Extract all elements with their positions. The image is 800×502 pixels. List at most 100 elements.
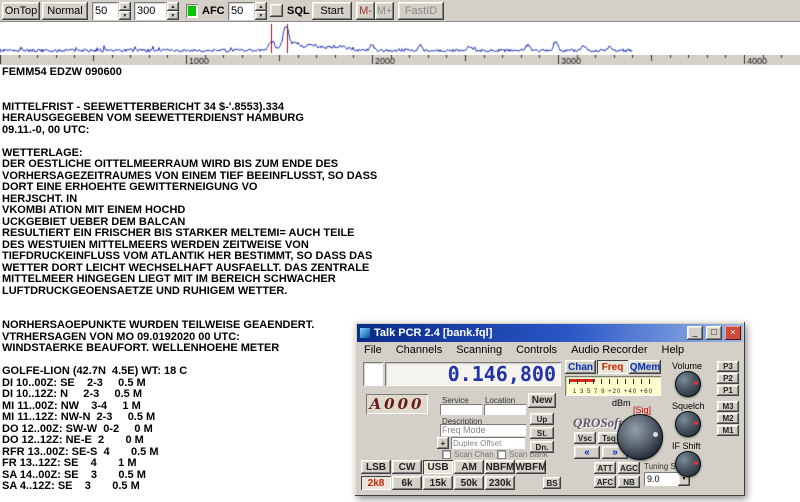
spin-up-button[interactable]: ▲ — [255, 2, 267, 11]
afc-label: AFC — [202, 5, 225, 17]
preset-m1-button[interactable]: M1 — [717, 425, 739, 436]
vsc-button[interactable]: Vsc — [574, 432, 596, 444]
mark-freq-value[interactable]: 50 — [92, 2, 118, 20]
menu-file[interactable]: File — [357, 343, 389, 357]
afc-button[interactable]: AFC — [594, 476, 616, 488]
scan-chan-checkbox[interactable]: Scan Chan — [442, 450, 494, 459]
app-icon — [359, 327, 371, 339]
menu-controls[interactable]: Controls — [509, 343, 564, 357]
afc-indicator[interactable] — [186, 4, 198, 18]
location-field[interactable] — [484, 404, 526, 415]
volume-knob[interactable] — [675, 371, 701, 397]
spin-up-button[interactable]: ▲ — [119, 2, 131, 11]
new-button[interactable]: New — [528, 393, 556, 408]
main-toolbar: OnTop Normal 50 ▲ ▼ 300 ▲ ▼ AFC 50 ▲ ▼ S… — [0, 0, 800, 22]
bw-15k-button[interactable]: 15k — [423, 476, 453, 490]
mode-am-button[interactable]: AM — [454, 460, 484, 474]
bw-230k-button[interactable]: 230k — [485, 476, 515, 490]
if-shift-label: IF Shift — [672, 441, 701, 451]
ontop-button[interactable]: OnTop — [2, 2, 40, 20]
channel-up-button[interactable]: Up — [530, 413, 554, 425]
mode-usb-button[interactable]: USB — [423, 460, 453, 474]
frequency-ghz-box — [363, 362, 383, 386]
scan-chan-label: Scan Chan — [454, 450, 494, 459]
menu-scanning[interactable]: Scanning — [449, 343, 509, 357]
service-field[interactable] — [440, 404, 482, 415]
knob-marker-icon — [653, 432, 658, 437]
title-bar[interactable]: Talk PCR 2.4 [bank.fql] _ □ × — [357, 324, 743, 342]
bs-button[interactable]: BS — [543, 477, 561, 489]
tab-freq[interactable]: Freq — [597, 360, 628, 374]
bw-6k-button[interactable]: 6k — [392, 476, 422, 490]
mark-freq-spinner: 50 ▲ ▼ — [92, 2, 131, 20]
knob-marker-icon — [694, 461, 698, 465]
tuning-knob[interactable] — [617, 414, 663, 460]
minimize-button[interactable]: _ — [687, 326, 703, 340]
bw-2k8-button[interactable]: 2k8 — [361, 476, 391, 490]
spectrum-canvas[interactable] — [0, 22, 800, 55]
ruler-canvas — [0, 55, 800, 65]
description-field[interactable]: Freq Mode — [440, 424, 526, 436]
start-button[interactable]: Start — [312, 2, 352, 20]
fastid-button[interactable]: FastID — [398, 2, 444, 20]
bw-50k-button[interactable]: 50k — [454, 476, 484, 490]
meter-scale: 1 3 5 7 9 +20 +40 +60 — [573, 389, 653, 395]
tab-chan[interactable]: Chan — [565, 360, 596, 374]
squelch-knob[interactable] — [675, 411, 701, 437]
duplex-plus-button[interactable]: + — [437, 437, 449, 449]
spin-down-button[interactable]: ▼ — [167, 11, 179, 20]
chevron-up-icon: ▲ — [170, 3, 176, 10]
mode-lsb-button[interactable]: LSB — [361, 460, 391, 474]
spin-up-button[interactable]: ▲ — [167, 2, 179, 11]
mode-cw-button[interactable]: CW — [392, 460, 422, 474]
afc-range-value[interactable]: 50 — [228, 2, 254, 20]
preset-m3-button[interactable]: M3 — [717, 401, 739, 412]
checkbox-icon — [442, 450, 451, 459]
chevron-up-icon: ▲ — [258, 3, 264, 10]
shift-value[interactable]: 300 — [134, 2, 166, 20]
spin-down-button[interactable]: ▼ — [255, 11, 267, 20]
menu-help[interactable]: Help — [655, 343, 692, 357]
preset-p3-button[interactable]: P3 — [717, 361, 739, 372]
volume-label: Volume — [672, 361, 703, 371]
mode-nbfm-button[interactable]: NBFM — [485, 460, 515, 474]
scan-bank-checkbox[interactable]: Scan Bank — [497, 450, 548, 459]
channel-display: A000 — [366, 394, 428, 414]
nb-button[interactable]: NB — [618, 476, 640, 488]
menu-channels[interactable]: Channels — [389, 343, 449, 357]
rtty-decoder-app: OnTop Normal 50 ▲ ▼ 300 ▲ ▼ AFC 50 ▲ ▼ S… — [0, 0, 800, 502]
chevron-down-icon: ▼ — [170, 12, 176, 19]
menu-audio-recorder[interactable]: Audio Recorder — [564, 343, 654, 357]
sql-label: SQL — [287, 5, 310, 17]
tune-down-button[interactable]: « — [574, 446, 600, 459]
menu-bar: File Channels Scanning Controls Audio Re… — [357, 342, 743, 358]
att-button[interactable]: ATT — [594, 462, 616, 474]
channel-store-button[interactable]: St. — [530, 427, 554, 439]
afc-led-icon — [188, 6, 196, 16]
squelch-label: Squelch — [672, 401, 705, 411]
preset-p1-button[interactable]: P1 — [717, 385, 739, 396]
close-button[interactable]: × — [725, 326, 741, 340]
mode-button[interactable]: Normal — [42, 2, 88, 20]
chevron-down-icon: ▼ — [122, 12, 128, 19]
knob-marker-icon — [694, 421, 698, 425]
sql-checkbox[interactable] — [270, 4, 283, 17]
frequency-display[interactable]: 0.146,800 — [385, 362, 561, 386]
mode-wbfm-button[interactable]: WBFM — [515, 460, 547, 474]
preset-p2-button[interactable]: P2 — [717, 373, 739, 384]
maximize-button[interactable]: □ — [706, 326, 722, 340]
dbm-label: dBm — [612, 398, 631, 408]
s-meter: 1 3 5 7 9 +20 +40 +60 — [565, 376, 661, 396]
memory-minus-button[interactable]: M- — [356, 2, 375, 20]
agc-button[interactable]: AGC — [618, 462, 640, 474]
tab-qmem[interactable]: QMem — [629, 360, 661, 374]
if-shift-knob[interactable] — [675, 451, 701, 477]
spectrum-display[interactable] — [0, 22, 800, 55]
duplex-offset-field[interactable]: Duplex Offset — [451, 437, 525, 449]
talkpcr-window: Talk PCR 2.4 [bank.fql] _ □ × File Chann… — [355, 322, 745, 496]
spin-down-button[interactable]: ▼ — [119, 11, 131, 20]
chevron-down-icon: ▼ — [258, 12, 264, 19]
preset-m2-button[interactable]: M2 — [717, 413, 739, 424]
memory-plus-button[interactable]: M+ — [375, 2, 394, 20]
frequency-ruler — [0, 55, 800, 65]
